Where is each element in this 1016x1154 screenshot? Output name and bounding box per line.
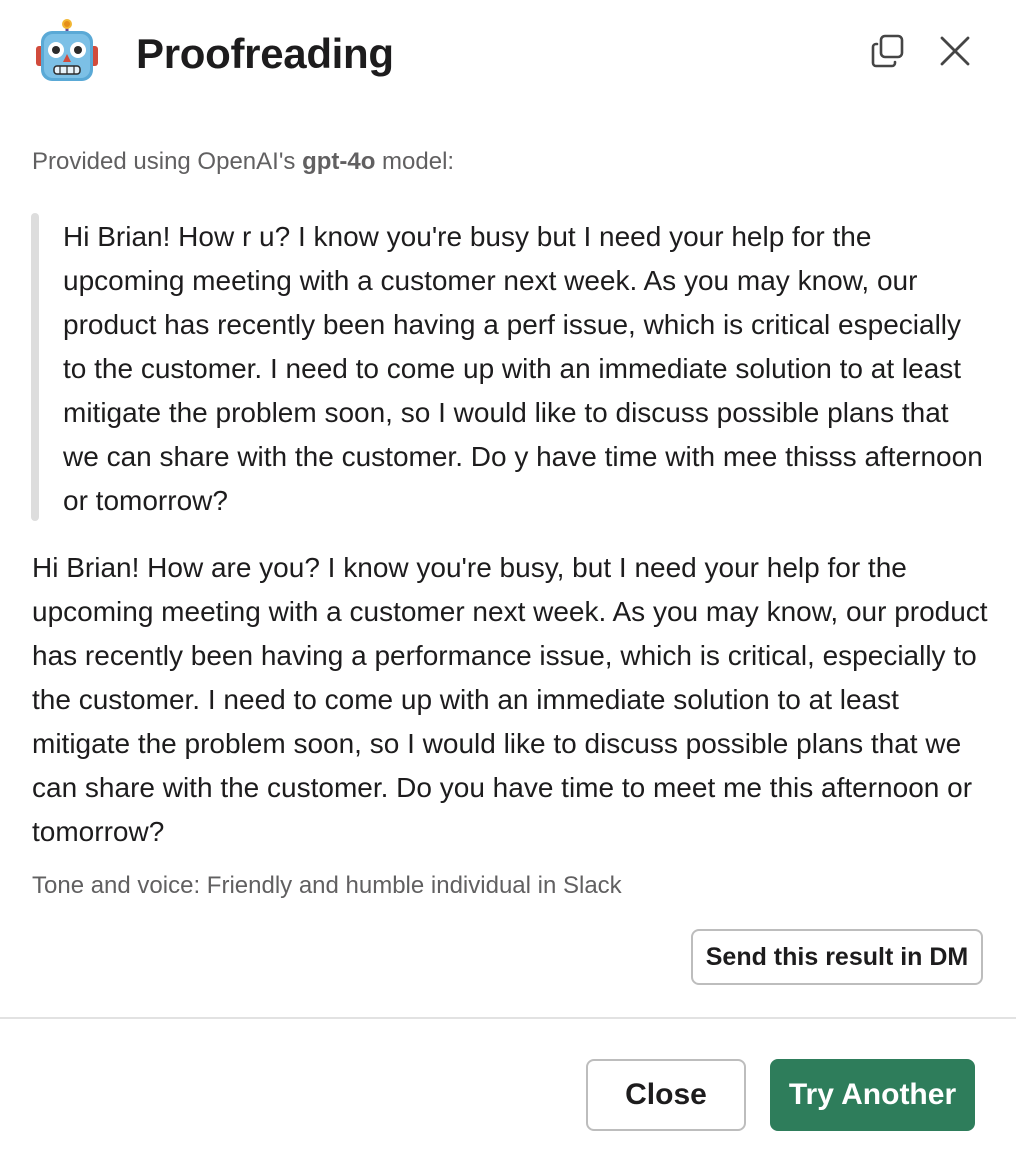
close-button[interactable]: Close bbox=[586, 1059, 746, 1131]
modal-title: Proofreading bbox=[136, 30, 394, 77]
proofreading-modal: Proofreading Provided using OpenAI's gpt… bbox=[0, 0, 1016, 1154]
robot-face-icon bbox=[34, 18, 100, 84]
try-another-button[interactable]: Try Another bbox=[770, 1059, 975, 1131]
original-text-quote: Hi Brian! How r u? I know you're busy bu… bbox=[31, 213, 991, 521]
original-text: Hi Brian! How r u? I know you're busy bu… bbox=[63, 221, 983, 516]
provided-prefix: Provided using OpenAI's bbox=[32, 148, 303, 175]
popout-button[interactable] bbox=[868, 33, 908, 73]
proofread-result: Hi Brian! How are you? I know you're bus… bbox=[32, 552, 988, 847]
footer-divider bbox=[0, 1017, 1016, 1019]
tone-and-voice: Tone and voice: Friendly and humble indi… bbox=[32, 872, 622, 899]
provided-suffix: model: bbox=[375, 148, 455, 175]
popout-icon bbox=[870, 33, 906, 74]
model-name: gpt-4o bbox=[302, 148, 376, 175]
modal-header: Proofreading bbox=[0, 0, 1016, 110]
close-icon bbox=[938, 34, 972, 73]
close-modal-button[interactable] bbox=[935, 33, 975, 73]
quote-bar bbox=[31, 213, 39, 521]
send-result-dm-button[interactable]: Send this result in DM bbox=[691, 929, 983, 985]
model-attribution: Provided using OpenAI's gpt-4o model: bbox=[32, 146, 454, 178]
